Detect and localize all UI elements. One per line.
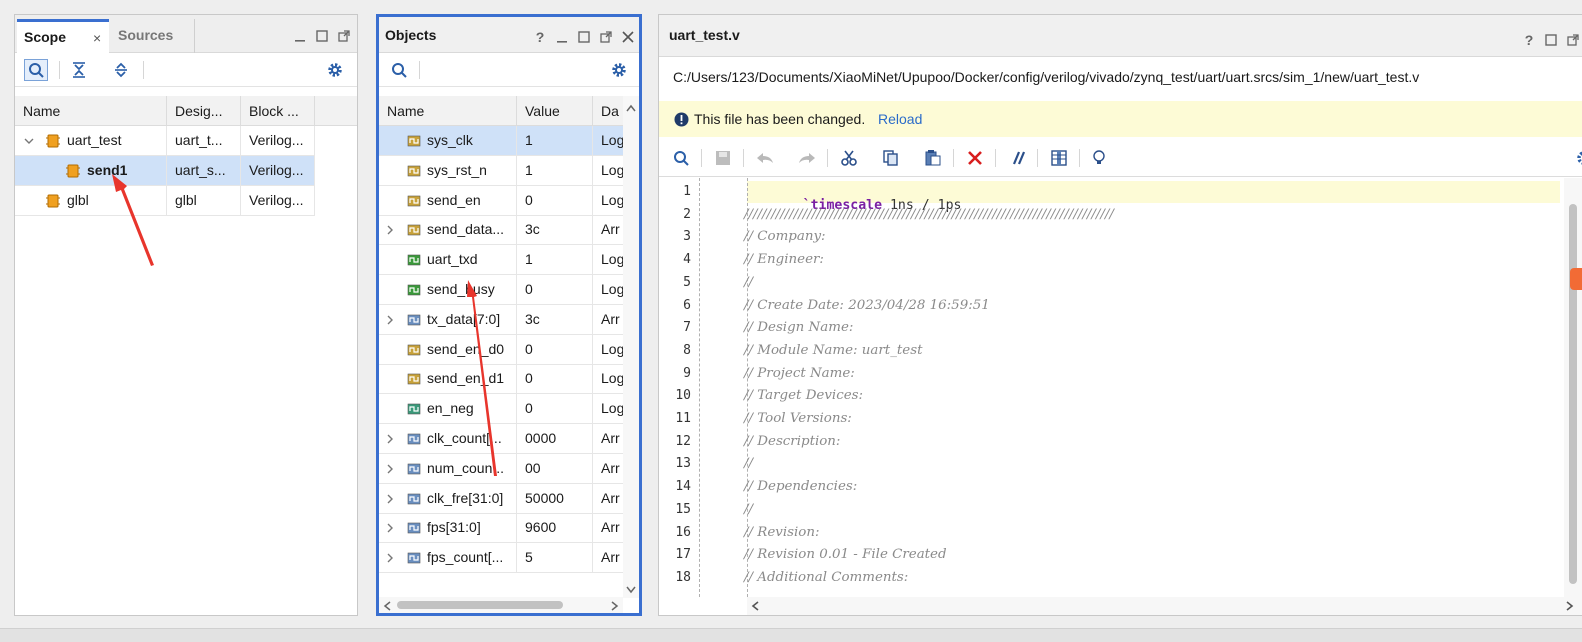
annotation-arrows bbox=[112, 174, 497, 476]
annotation-arrow bbox=[112, 174, 154, 266]
annotation-arrow bbox=[467, 280, 497, 476]
